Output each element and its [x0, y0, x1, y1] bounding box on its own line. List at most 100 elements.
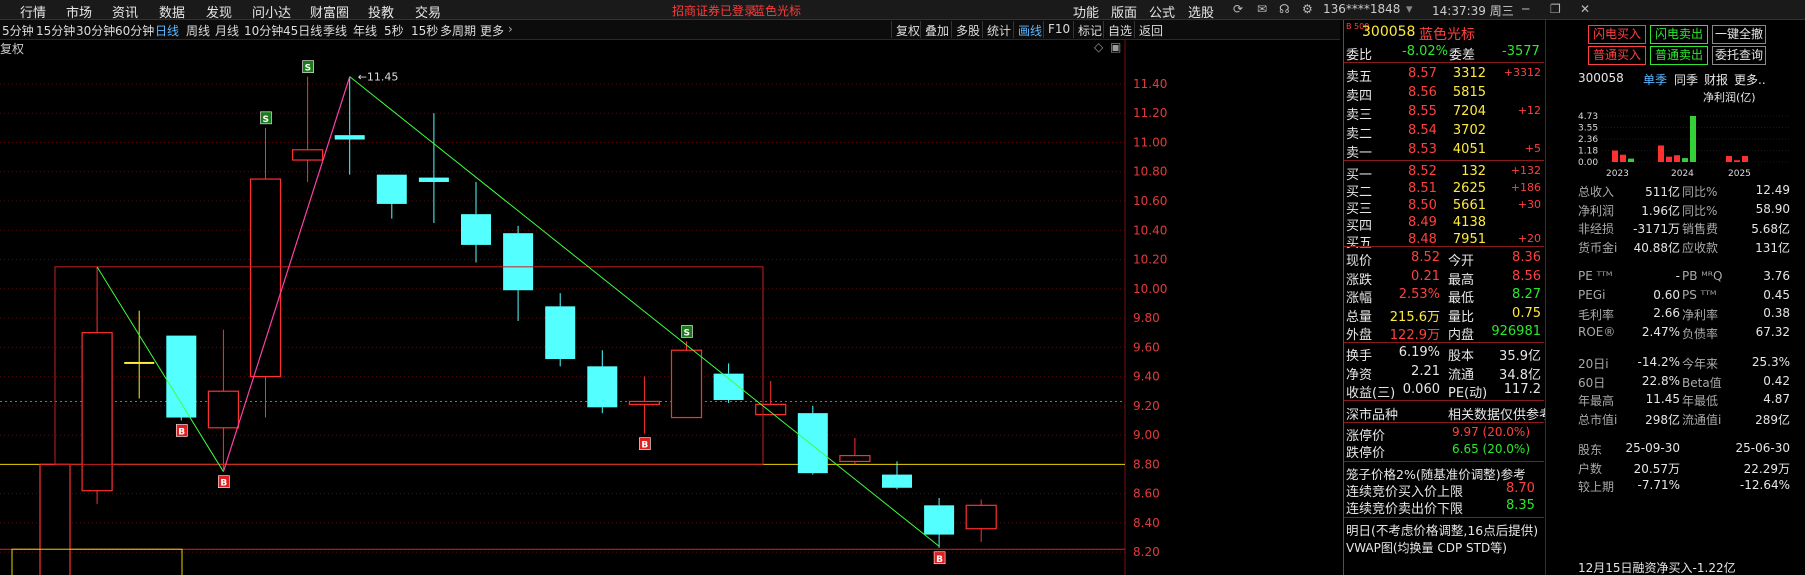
profit-bar-chart[interactable]: 4.733.55 2.36 1.180.00 2023 2024 2025 [1576, 88, 1796, 178]
tool-back[interactable]: 返回 [1134, 21, 1167, 38]
normal-sell-button[interactable]: 普通卖出 [1650, 46, 1708, 65]
ask-row[interactable]: 卖三 8.55 7204 +12 [1344, 103, 1544, 123]
period-10min[interactable]: 10分钟 [244, 22, 283, 39]
tool-mark[interactable]: 标记 [1073, 21, 1106, 38]
tab-single-quarter[interactable]: 单季 [1643, 71, 1667, 88]
quote-panel: B 500 300058 蓝色光标 委比 -8.02% 委差 -3577 卖五 8… [1343, 20, 1552, 575]
candle-body [924, 505, 955, 535]
ask-change: +12 [1517, 104, 1541, 117]
candle-body [670, 349, 703, 419]
cancel-all-button[interactable]: 一键全撤 [1712, 25, 1766, 44]
tomorrow-note: 明日(不考虑价格调整,16点后提供) [1346, 523, 1539, 538]
ask-row[interactable]: 卖一 8.53 4051 +5 [1344, 141, 1544, 161]
menu-layout[interactable]: 版面 [1111, 2, 1137, 21]
wb-label: 委比 [1346, 48, 1373, 63]
period-quarterly[interactable]: 季线 [323, 22, 347, 39]
tab-report[interactable]: 财报 [1704, 71, 1728, 88]
period-5min[interactable]: 5分钟 [2, 22, 34, 39]
menu-stock-picker[interactable]: 选股 [1188, 2, 1214, 21]
stat-row: 外盘 122.9万 内盘 926981 [1344, 323, 1544, 343]
settings-icon[interactable]: ⚙ [1302, 2, 1313, 16]
period-15sec[interactable]: 15秒 [411, 22, 438, 39]
ask-label: 卖一 [1346, 146, 1373, 161]
bid-price: 8.48 [1408, 232, 1437, 247]
fin-value: 3.76 [1763, 269, 1790, 283]
stock-code: 300058 [1362, 24, 1416, 40]
restore-icon[interactable]: ❐ [1550, 2, 1561, 16]
fin-label: 年最低 [1682, 394, 1719, 408]
ask-row[interactable]: 卖二 8.54 3702 [1344, 122, 1544, 142]
y-tick-label: 8.20 [1133, 545, 1160, 559]
menu-item-ask[interactable]: 问小达 [252, 2, 291, 21]
period-5sec[interactable]: 5秒 [384, 22, 404, 39]
fin-row: 20日i -14.2% 今年来 25.3% [1546, 354, 1805, 372]
ask-row[interactable]: 卖四 8.56 5815 [1344, 84, 1544, 104]
stat-value: 34.8亿 [1499, 367, 1541, 383]
tool-multi-stock[interactable]: 多股 [951, 21, 984, 38]
fin-value: 22.29万 [1743, 461, 1790, 476]
menu-item-discover[interactable]: 发现 [206, 2, 232, 21]
period-weekly[interactable]: 周线 [186, 22, 210, 39]
menu-formula[interactable]: 公式 [1149, 2, 1175, 21]
ask-label: 卖二 [1346, 127, 1373, 142]
fin-row: 净利润 1.96亿 同比% 58.90 [1546, 201, 1805, 219]
period-multi[interactable]: 多周期 [440, 22, 476, 39]
stat-label: 收益(三) [1346, 386, 1396, 401]
tool-f10[interactable]: F10 [1043, 21, 1074, 38]
menu-item-community[interactable]: 财富圈 [310, 2, 349, 21]
period-more[interactable]: 更多 [480, 22, 504, 39]
candlestick-plot[interactable]: 8.20 8.40 8.60 8.80 9.00 9.20 9.40 9.60 9.80 10.0… [0, 40, 1340, 575]
y-tick-label: 11.00 [1133, 135, 1167, 149]
flash-sell-button[interactable]: 闪电卖出 [1650, 25, 1708, 44]
bid-row[interactable]: 买五 8.48 7951 +20 [1344, 231, 1544, 251]
kline-chart[interactable]: 复权 ◇ ▣ 8.20 8.40 8.60 8.80 9.00 9.20 9.40 9.60 9… [0, 40, 1340, 575]
order-query-button[interactable]: 委托查询 [1712, 46, 1766, 65]
menu-item-news[interactable]: 资讯 [112, 2, 138, 21]
tab-more[interactable]: 更多.. [1734, 71, 1766, 88]
period-daily[interactable]: 日线 [155, 22, 179, 39]
refresh-icon[interactable]: ⟳ [1233, 2, 1243, 16]
fin-value: 11.45 [1645, 392, 1680, 406]
vwap-note[interactable]: VWAP图(均换量 CDP STD等) [1346, 539, 1507, 556]
menu-item-markets[interactable]: 市场 [66, 2, 92, 21]
ask-row[interactable]: 卖五 8.57 3312 +3312 [1344, 65, 1544, 85]
tool-draw-line[interactable]: 画线 [1013, 21, 1046, 38]
minimize-icon[interactable]: ─ [1522, 2, 1529, 16]
close-icon[interactable]: ✕ [1580, 2, 1590, 16]
ask-volume: 4051 [1452, 142, 1486, 157]
stat-label: 换手 [1346, 349, 1373, 364]
period-60min[interactable]: 60分钟 [115, 22, 154, 39]
y-tick-label: 10.20 [1133, 253, 1167, 267]
menu-item-market[interactable]: 行情 [20, 2, 46, 21]
tool-stats[interactable]: 统计 [982, 21, 1015, 38]
period-monthly[interactable]: 月线 [215, 22, 239, 39]
period-yearly[interactable]: 年线 [353, 22, 377, 39]
candle-body [81, 332, 113, 492]
fin-value: 25-06-30 [1735, 441, 1790, 455]
ask-volume: 3312 [1452, 66, 1486, 81]
marker-label: S [684, 328, 690, 338]
tool-watchlist[interactable]: 自选 [1103, 21, 1136, 38]
normal-buy-button[interactable]: 普通买入 [1588, 46, 1646, 65]
marker-label: B [641, 441, 648, 451]
menu-item-trade[interactable]: 交易 [415, 2, 441, 21]
tab-same-quarter[interactable]: 同季 [1674, 71, 1698, 88]
tool-overlay[interactable]: 叠加 [920, 21, 953, 38]
flash-buy-button[interactable]: 闪电买入 [1588, 25, 1646, 44]
period-30min[interactable]: 30分钟 [76, 22, 115, 39]
menu-functions[interactable]: 功能 [1073, 2, 1099, 21]
fin-value: 0.60 [1653, 287, 1680, 302]
y-tick-label: 10.60 [1133, 194, 1167, 208]
menu-item-data[interactable]: 数据 [159, 2, 185, 21]
message-icon[interactable]: ✉ [1257, 2, 1267, 16]
account-dropdown-icon[interactable]: ▾ [1406, 2, 1413, 17]
account-label[interactable]: 136****1848 [1323, 2, 1400, 16]
fin-value: 2.47% [1641, 324, 1680, 339]
headset-icon[interactable]: ☊ [1279, 2, 1290, 16]
candle-body [797, 413, 828, 474]
stat-label: 涨跌 [1346, 272, 1373, 288]
period-15min[interactable]: 15分钟 [36, 22, 75, 39]
menu-item-education[interactable]: 投教 [368, 2, 394, 21]
more-chevron-icon[interactable]: › [508, 22, 513, 36]
period-45day[interactable]: 45日线 [283, 22, 322, 39]
